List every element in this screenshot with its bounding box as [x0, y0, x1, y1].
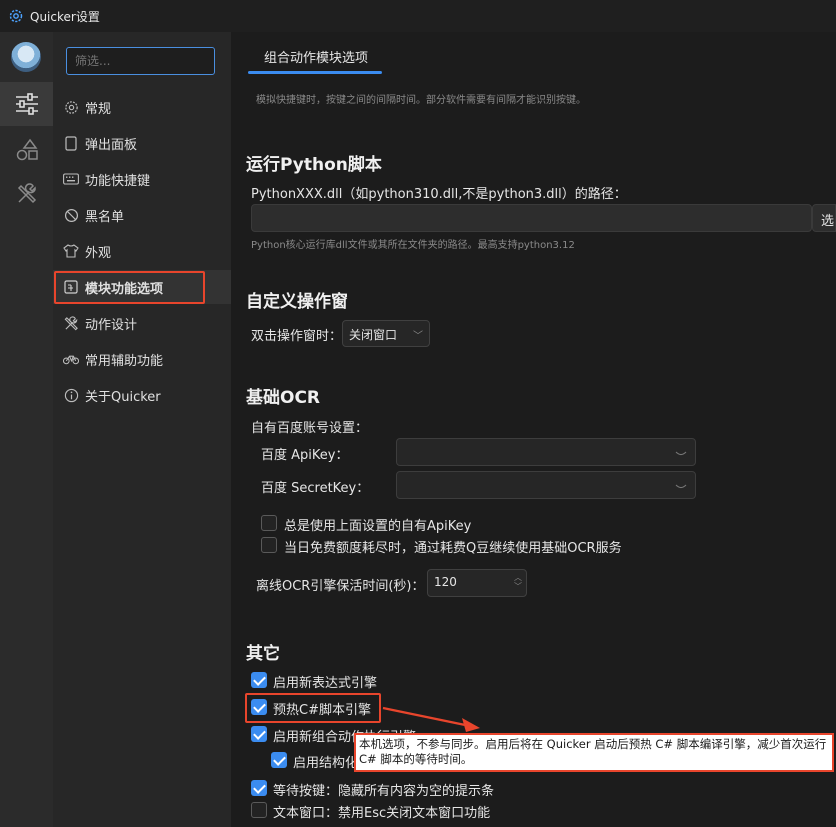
chevron-down-icon: ﹀ [413, 331, 423, 342]
always-use-own-label: 总是使用上面设置的自有ApiKey [284, 519, 472, 534]
warmup-tooltip: 本机选项，不参与同步。启用后将在 Quicker 启动后预热 C# 脚本编译引擎… [354, 733, 834, 772]
sidebar-item-label: 动作设计 [85, 317, 138, 333]
gear-icon [63, 99, 79, 115]
sidebar-item-label: 黑名单 [85, 209, 125, 225]
stepper-arrows-icon[interactable]: ︿ ﹀ [514, 573, 522, 591]
disable-esc-label: 文本窗口：禁用Esc关闭文本窗口功能 [273, 806, 491, 821]
dblclick-select-value: 关闭窗口 [349, 328, 398, 342]
keepalive-stepper[interactable]: 120 ︿ ﹀ [427, 569, 527, 597]
secretkey-input[interactable] [396, 471, 696, 499]
window-title: Quicker设置 [30, 9, 100, 24]
eye-icon[interactable] [675, 447, 687, 456]
icon-rail [0, 32, 53, 827]
python-path-input[interactable] [251, 204, 812, 232]
tab-module-options[interactable]: 组合动作模块选项 [248, 42, 384, 74]
shirt-icon [63, 243, 79, 259]
rail-tools-button[interactable] [0, 172, 53, 216]
browse-button[interactable]: 选 [812, 204, 836, 232]
python-path-label: PythonXXX.dll（如python310.dll,不是python3.d… [251, 187, 627, 202]
tab-underline [248, 71, 382, 74]
tools-icon [17, 183, 36, 204]
hide-empty-tips-label: 等待按键：隐藏所有内容为空的提示条 [273, 784, 495, 799]
dblclick-select[interactable]: 关闭窗口 ﹀ [342, 320, 430, 347]
module-icon [63, 279, 79, 295]
sidebar-item-label: 常用辅助功能 [85, 353, 164, 369]
keyboard-icon [63, 171, 79, 187]
sidebar-item-appearance[interactable]: 外观 [53, 234, 231, 268]
always-use-own-checkbox[interactable] [261, 515, 277, 531]
sidebar-item-label: 外观 [85, 245, 112, 261]
dblclick-label: 双击操作窗时： [251, 329, 343, 344]
search-input[interactable] [66, 47, 215, 75]
warmup-highlight-box [245, 693, 381, 723]
sidebar-item-about[interactable]: 关于Quicker [53, 378, 231, 412]
apikey-label: 百度 ApiKey： [261, 448, 349, 463]
use-qbeans-label: 当日免费额度耗尽时，通过耗费Q豆继续使用基础OCR服务 [284, 541, 622, 556]
keepalive-value: 120 [434, 575, 457, 589]
sidebar-item-label: 常规 [85, 101, 112, 117]
secretkey-label: 百度 SecretKey： [261, 481, 370, 496]
rail-shapes-button[interactable] [0, 128, 53, 172]
other-section-title: 其它 [246, 644, 280, 664]
rail-settings-button[interactable] [0, 82, 53, 126]
sidebar-item-label: 弹出面板 [85, 137, 138, 153]
block-icon [63, 207, 79, 223]
sidebar-item-general[interactable]: 常规 [53, 90, 231, 124]
bike-icon [63, 351, 79, 367]
sidebar-item-label: 功能快捷键 [85, 173, 151, 189]
own-account-label: 自有百度账号设置： [251, 421, 369, 436]
eye-icon[interactable] [675, 480, 687, 489]
sidebar-item-action-design[interactable]: 动作设计 [53, 306, 231, 340]
avatar[interactable] [11, 42, 41, 72]
ocr-section-title: 基础OCR [246, 388, 321, 408]
disable-esc-checkbox[interactable] [251, 802, 267, 818]
settings-gear-icon [8, 8, 24, 24]
python-path-hint: Python核心运行库dll文件或其所在文件夹的路径。最高支持python3.1… [251, 240, 575, 251]
sidebar-item-hotkeys[interactable]: 功能快捷键 [53, 162, 231, 196]
tools-icon [63, 315, 79, 331]
info-icon [63, 387, 79, 403]
sidebar-item-label: 关于Quicker [85, 389, 161, 405]
new-expression-engine-checkbox[interactable] [251, 672, 267, 688]
title-bar: Quicker设置 [0, 0, 836, 32]
sliders-icon [15, 93, 38, 115]
new-expression-engine-label: 启用新表达式引擎 [273, 676, 378, 691]
custom-window-section-title: 自定义操作窗 [246, 292, 348, 312]
panel-icon [63, 135, 79, 151]
python-section-title: 运行Python脚本 [246, 155, 382, 175]
sidebar-item-popup-panel[interactable]: 弹出面板 [53, 126, 231, 160]
new-action-engine-checkbox[interactable] [251, 726, 267, 742]
use-qbeans-checkbox[interactable] [261, 537, 277, 553]
keepalive-label: 离线OCR引擎保活时间(秒)： [256, 579, 425, 594]
sidebar-item-module-options[interactable]: 模块功能选项 [53, 270, 231, 304]
apikey-input[interactable] [396, 438, 696, 466]
sidebar-item-assist[interactable]: 常用辅助功能 [53, 342, 231, 376]
structured-checkbox[interactable] [271, 752, 287, 768]
sidebar-item-blacklist[interactable]: 黑名单 [53, 198, 231, 232]
tab-hint: 模拟快捷键时，按键之间的间隔时间。部分软件需要有间隔才能识别按键。 [256, 95, 586, 106]
shapes-icon [16, 138, 38, 161]
settings-sidebar: 常规 弹出面板 功能快捷键 黑名单 外观 模块功能选项 动作设计 常用辅助功能 … [53, 32, 231, 827]
sidebar-item-label: 模块功能选项 [85, 281, 164, 297]
structured-label: 启用结构化 [293, 756, 359, 771]
hide-empty-tips-checkbox[interactable] [251, 780, 267, 796]
